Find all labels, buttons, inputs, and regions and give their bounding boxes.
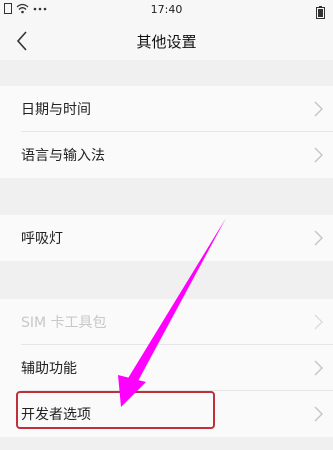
status-time: 17:40 bbox=[150, 3, 183, 16]
settings-item-breathing-light[interactable]: 呼吸灯 bbox=[0, 215, 333, 261]
settings-item-sim-toolkit: SIM 卡工具包 bbox=[0, 299, 333, 345]
chevron-right-icon bbox=[314, 314, 323, 330]
settings-item-label: 呼吸灯 bbox=[21, 231, 63, 247]
page-header: 其他设置 bbox=[0, 22, 333, 60]
section-gap bbox=[0, 178, 333, 215]
settings-item-accessibility[interactable]: 辅助功能 bbox=[0, 345, 333, 391]
battery-icon bbox=[316, 4, 325, 23]
section-gap bbox=[0, 60, 333, 86]
section-gap bbox=[0, 437, 333, 450]
settings-item-label: 语言与输入法 bbox=[21, 148, 105, 164]
chevron-right-icon bbox=[314, 230, 323, 246]
settings-group-1: 日期与时间 语言与输入法 bbox=[0, 86, 333, 178]
page-title: 其他设置 bbox=[136, 33, 197, 51]
settings-item-language-input[interactable]: 语言与输入法 bbox=[0, 132, 333, 178]
settings-item-date-time[interactable]: 日期与时间 bbox=[0, 86, 333, 132]
settings-item-label: 辅助功能 bbox=[21, 361, 77, 377]
settings-group-2: 呼吸灯 bbox=[0, 215, 333, 261]
chevron-right-icon bbox=[314, 147, 323, 163]
status-bar: 17:40 bbox=[0, 0, 333, 22]
developer-options-highlight bbox=[16, 391, 215, 429]
settings-item-label: SIM 卡工具包 bbox=[21, 315, 107, 331]
section-gap bbox=[0, 261, 333, 299]
settings-item-label: 日期与时间 bbox=[21, 102, 91, 118]
chevron-right-icon bbox=[314, 360, 323, 376]
chevron-right-icon bbox=[314, 406, 323, 422]
chevron-right-icon bbox=[314, 101, 323, 117]
